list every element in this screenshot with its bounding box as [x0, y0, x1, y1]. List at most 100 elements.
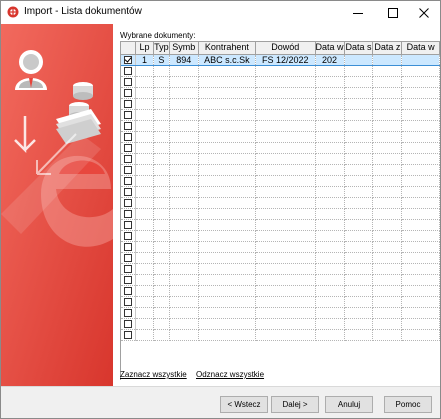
row-checkbox-cell [121, 142, 137, 154]
table-row[interactable] [121, 164, 440, 176]
row-checkbox[interactable] [124, 56, 133, 64]
row-checkbox[interactable] [124, 265, 133, 273]
row-checkbox[interactable] [124, 133, 133, 141]
next-button[interactable]: Dalej > [271, 396, 319, 413]
row-checkbox[interactable] [124, 221, 133, 229]
column-header[interactable]: Symb [169, 42, 199, 55]
table-row[interactable] [121, 307, 440, 319]
table-row[interactable] [121, 296, 440, 308]
close-button[interactable] [407, 1, 440, 24]
column-header[interactable]: Lp [135, 42, 154, 55]
row-checkbox[interactable] [124, 100, 133, 108]
table-row[interactable] [121, 318, 440, 330]
table-row[interactable] [121, 87, 440, 99]
table-row[interactable] [121, 142, 440, 154]
minimize-button[interactable] [341, 1, 374, 24]
select-all-link[interactable]: Zaznacz wszystkie [120, 370, 187, 379]
table-cell [372, 263, 403, 275]
table-cell [401, 263, 440, 275]
table-cell [135, 186, 154, 198]
table-row[interactable] [121, 241, 440, 253]
cancel-button[interactable]: Anuluj [325, 396, 373, 413]
back-button[interactable]: < Wstecz [220, 396, 268, 413]
column-header[interactable]: Typ [153, 42, 170, 55]
table-cell [344, 153, 374, 165]
table-cell [198, 329, 257, 341]
row-checkbox[interactable] [124, 320, 133, 328]
column-header[interactable]: Data s [344, 42, 374, 55]
help-button[interactable]: Pomoc [384, 396, 432, 413]
row-checkbox[interactable] [124, 144, 133, 152]
table-row[interactable] [121, 109, 440, 121]
title-bar[interactable]: Import - Lista dokumentów [1, 1, 440, 24]
row-checkbox[interactable] [124, 243, 133, 251]
table-row[interactable] [121, 65, 440, 77]
table-row[interactable] [121, 197, 440, 209]
table-row[interactable]: 1 S 894 ABC s.c.Sk FS 12/2022 202 [121, 53, 440, 66]
row-checkbox-cell [121, 252, 137, 264]
row-checkbox[interactable] [124, 188, 133, 196]
table-row[interactable] [121, 263, 440, 275]
table-row[interactable] [121, 274, 440, 286]
row-checkbox[interactable] [124, 298, 133, 306]
row-checkbox[interactable] [124, 331, 133, 339]
table-cell [255, 263, 316, 275]
table-row[interactable] [121, 208, 440, 220]
row-checkbox[interactable] [124, 111, 133, 119]
row-checkbox[interactable] [124, 89, 133, 97]
table-row[interactable] [121, 252, 440, 264]
row-checkbox[interactable] [124, 287, 133, 295]
table-row[interactable] [121, 186, 440, 198]
row-checkbox[interactable] [124, 309, 133, 317]
table-row[interactable] [121, 76, 440, 88]
row-checkbox[interactable] [124, 166, 133, 174]
table-cell [135, 219, 154, 231]
row-checkbox[interactable] [124, 177, 133, 185]
table-cell [169, 87, 199, 99]
table-cell [372, 208, 403, 220]
table-cell [135, 131, 154, 143]
column-header[interactable]: Dowód [255, 42, 316, 55]
table-row[interactable] [121, 131, 440, 143]
table-row[interactable] [121, 219, 440, 231]
row-checkbox[interactable] [124, 67, 133, 75]
table-cell [315, 164, 345, 176]
row-checkbox[interactable] [124, 155, 133, 163]
table-row[interactable] [121, 329, 440, 341]
row-checkbox[interactable] [124, 78, 133, 86]
documents-grid[interactable]: Lp Typ Symb Kontrahent Dowód Data w Data… [120, 41, 440, 380]
table-row[interactable] [121, 153, 440, 165]
column-header[interactable]: Data w [401, 42, 440, 55]
table-cell [135, 164, 154, 176]
table-cell [372, 219, 403, 231]
table-cell [135, 142, 154, 154]
column-header[interactable]: Kontrahent [198, 42, 257, 55]
table-cell [198, 263, 257, 275]
deselect-all-link[interactable]: Odznacz wszystkie [196, 370, 264, 379]
table-row[interactable] [121, 230, 440, 242]
row-checkbox[interactable] [124, 199, 133, 207]
table-cell [401, 274, 440, 286]
table-cell [344, 296, 374, 308]
table-row[interactable] [121, 175, 440, 187]
table-row[interactable] [121, 98, 440, 110]
row-checkbox[interactable] [124, 254, 133, 262]
table-row[interactable] [121, 285, 440, 297]
row-checkbox[interactable] [124, 122, 133, 130]
row-checkbox[interactable] [124, 232, 133, 240]
table-cell [153, 230, 170, 242]
table-cell [255, 98, 316, 110]
table-cell [401, 120, 440, 132]
row-checkbox[interactable] [124, 210, 133, 218]
table-cell [315, 208, 345, 220]
column-header-check[interactable] [121, 42, 137, 55]
table-cell [401, 219, 440, 231]
maximize-button[interactable] [376, 1, 409, 24]
column-header[interactable]: Data w [315, 42, 345, 55]
column-header[interactable]: Data z [372, 42, 403, 55]
table-cell [153, 76, 170, 88]
row-checkbox-cell [121, 98, 137, 110]
row-checkbox[interactable] [124, 276, 133, 284]
table-cell [315, 153, 345, 165]
table-row[interactable] [121, 120, 440, 132]
